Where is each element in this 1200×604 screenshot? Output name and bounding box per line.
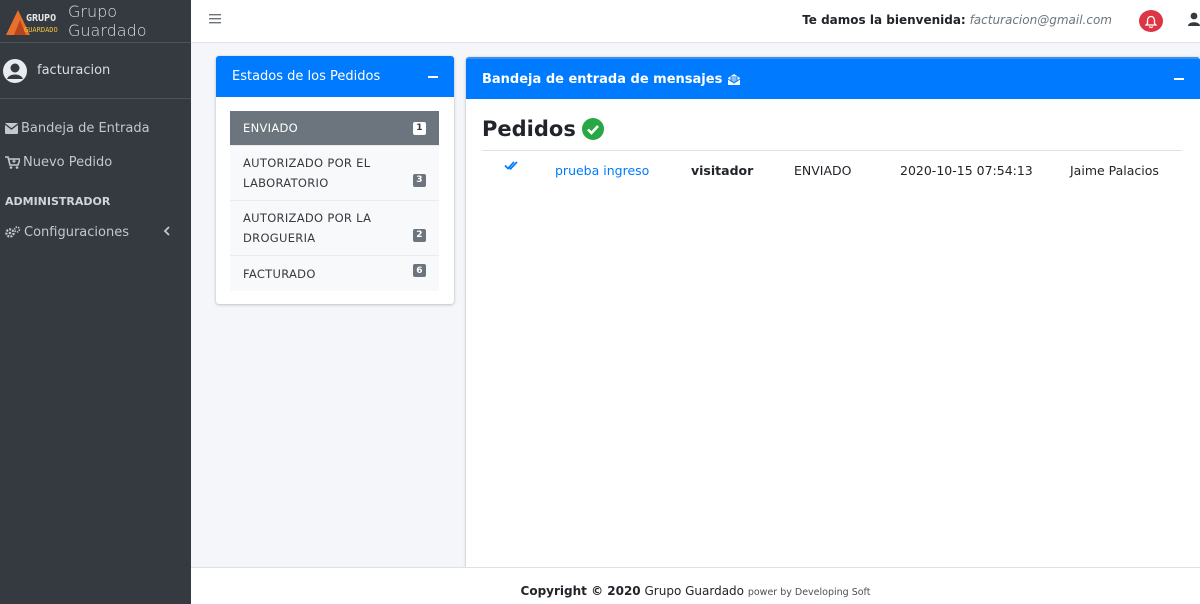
message-subject-link[interactable]: prueba ingreso [555,163,649,178]
footer-powered: power by Developing Soft [747,587,871,598]
top-navbar: Te damos la bienvenida: facturacion@gmai… [191,0,1200,43]
estado-count-badge: 2 [413,228,426,242]
brand-logo: GRUPO GUARDADO [4,6,62,36]
sidebar-section-header: ADMINISTRADOR [5,194,111,208]
bell-icon [1145,15,1157,28]
user-name: facturacion [37,63,111,78]
estado-count-badge: 1 [413,121,426,135]
brand[interactable]: GRUPO GUARDADO Grupo Guardado [0,0,191,43]
chevron-left-icon[interactable] [163,226,170,236]
estado-label: FACTURADO [243,266,316,281]
footer: Copyright © 2020 Grupo Guardado power by… [191,567,1200,604]
user-menu-icon[interactable] [1188,12,1200,26]
bandeja-title-wrap: Bandeja de entrada de mensajes [482,72,741,87]
double-check-icon [504,159,518,174]
welcome-label: Te damos la bienvenida: [802,13,966,27]
sidebar-item-nuevo-pedido[interactable]: Nuevo Pedido [0,145,191,179]
estados-list: ENVIADO 1 AUTORIZADO POR EL LABORATORIO 3… [216,97,454,291]
sidebar-item-label: Bandeja de Entrada [21,120,150,136]
envelope-open-text-icon [728,73,741,85]
bandeja-card: Bandeja de entrada de mensajes Pedidos p… [466,57,1200,568]
brand-name: Grupo Guardado [68,2,147,40]
table-row[interactable]: prueba ingreso visitador ENVIADO 2020-10… [482,150,1182,190]
estado-item-autorizado-drogueria[interactable]: AUTORIZADO POR LA DROGUERIA 2 [230,201,439,256]
hamburger-menu-icon[interactable] [209,13,221,24]
logo-text-top: GRUPO [26,13,56,24]
collapse-minus-icon[interactable] [1174,78,1184,80]
sidebar-item-bandeja[interactable]: Bandeja de Entrada [0,111,191,145]
message-person: Jaime Palacios [1070,163,1159,178]
estado-item-autorizado-laboratorio[interactable]: AUTORIZADO POR EL LABORATORIO 3 [230,146,439,201]
message-date: 2020-10-15 07:54:13 [900,163,1033,178]
check-circle-icon [581,118,604,140]
estado-item-facturado[interactable]: FACTURADO 6 [230,256,439,291]
estado-count-badge: 6 [413,264,426,277]
envelope-icon [5,122,18,134]
welcome-message: Te damos la bienvenida: facturacion@gmai… [802,13,1112,27]
estado-item-enviado[interactable]: ENVIADO 1 [230,111,439,146]
message-role: visitador [691,163,754,178]
cart-plus-icon [5,155,20,169]
sidebar-item-configuraciones[interactable]: Configuraciones [0,215,191,249]
estado-label: AUTORIZADO POR LA DROGUERIA [243,211,372,245]
notifications-button[interactable] [1139,10,1163,32]
user-panel[interactable]: facturacion [0,43,191,99]
estados-card-header: Estados de los Pedidos [216,56,454,97]
collapse-minus-icon[interactable] [428,75,438,78]
user-avatar-icon [3,58,27,83]
pedidos-heading: Pedidos [482,117,604,141]
message-status: ENVIADO [794,163,852,178]
bandeja-title: Bandeja de entrada de mensajes [482,71,723,87]
estados-card: Estados de los Pedidos ENVIADO 1 AUTORIZ… [216,56,454,304]
estado-label: ENVIADO [243,121,299,135]
estado-label: AUTORIZADO POR EL LABORATORIO [243,156,371,190]
cogs-icon [5,226,21,238]
sidebar-item-label: Configuraciones [24,224,129,240]
sidebar-item-label: Nuevo Pedido [23,154,113,170]
estado-count-badge: 3 [413,173,426,187]
bandeja-card-header: Bandeja de entrada de mensajes [466,57,1200,99]
footer-company: Grupo Guardado [644,584,745,598]
estados-title: Estados de los Pedidos [232,69,381,84]
sidebar: GRUPO GUARDADO Grupo Guardado facturacio… [0,0,191,604]
user-email: facturacion@gmail.com [969,13,1112,27]
logo-text-bottom: GUARDADO [24,26,58,34]
footer-copyright: Copyright © 2020 [520,584,641,598]
